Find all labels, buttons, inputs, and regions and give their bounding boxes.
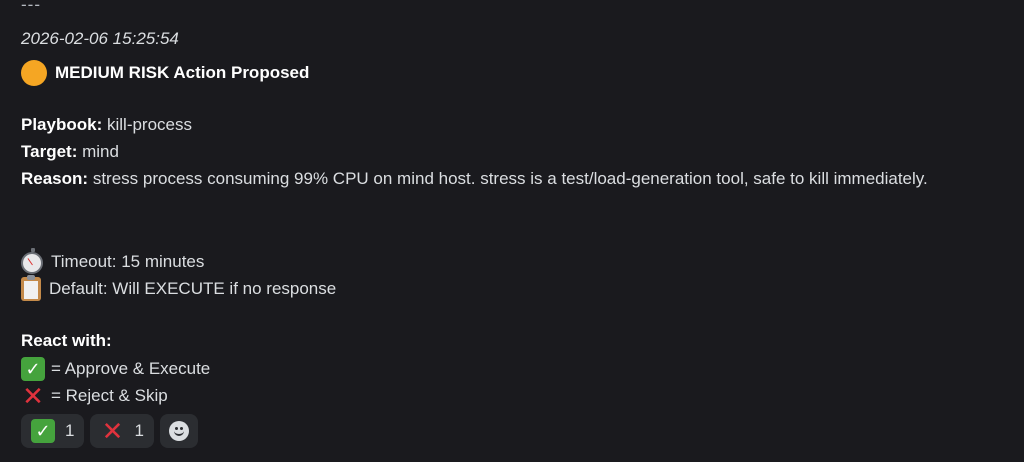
clipboard-icon: [21, 275, 41, 301]
stopwatch-icon: [21, 248, 43, 274]
reaction-count: 1: [134, 421, 144, 440]
title-text: MEDIUM RISK Action Proposed: [55, 63, 310, 82]
reject-line: ✕ = Reject & Skip: [21, 381, 168, 411]
timeout-line: Timeout: 15 minutes: [21, 248, 205, 274]
smiley-icon: [168, 421, 189, 441]
default-line: Default: Will EXECUTE if no response: [21, 275, 337, 301]
approve-text: = Approve & Execute: [51, 359, 211, 378]
default-text: Default: Will EXECUTE if no response: [49, 279, 337, 298]
reject-text: = Reject & Skip: [51, 386, 168, 405]
reaction-approve[interactable]: ✓ 1: [21, 414, 85, 448]
cross-mark-icon: ✕: [22, 381, 44, 411]
target-label: Target:: [21, 142, 78, 161]
reason-value: stress process consuming 99% CPU on mind…: [92, 169, 928, 188]
target-line: Target: mind: [21, 141, 119, 163]
approve-line: ✓ = Approve & Execute: [21, 357, 210, 381]
reason-label: Reason:: [21, 169, 89, 188]
orange-circle-icon: [21, 60, 47, 86]
playbook-label: Playbook:: [21, 115, 103, 134]
reactions-bar: ✓ 1 ✕ 1: [21, 414, 198, 448]
reaction-reject[interactable]: ✕ 1: [90, 414, 154, 448]
playbook-line: Playbook: kill-process: [21, 114, 192, 136]
reaction-count: 1: [65, 421, 75, 440]
check-mark-icon: ✓: [21, 357, 45, 381]
reason-line: Reason: stress process consuming 99% CPU…: [21, 168, 928, 190]
add-reaction-button[interactable]: [159, 414, 198, 448]
react-label: React with:: [21, 331, 112, 350]
target-value: mind: [82, 142, 119, 161]
alert-title: MEDIUM RISK Action Proposed: [21, 60, 309, 86]
separator: ---: [21, 0, 41, 14]
check-mark-icon: ✓: [31, 419, 55, 443]
playbook-value: kill-process: [106, 115, 193, 134]
timeout-text: Timeout: 15 minutes: [51, 252, 205, 271]
cross-mark-icon: ✕: [101, 416, 124, 446]
timestamp: 2026-02-06 15:25:54: [21, 29, 179, 48]
